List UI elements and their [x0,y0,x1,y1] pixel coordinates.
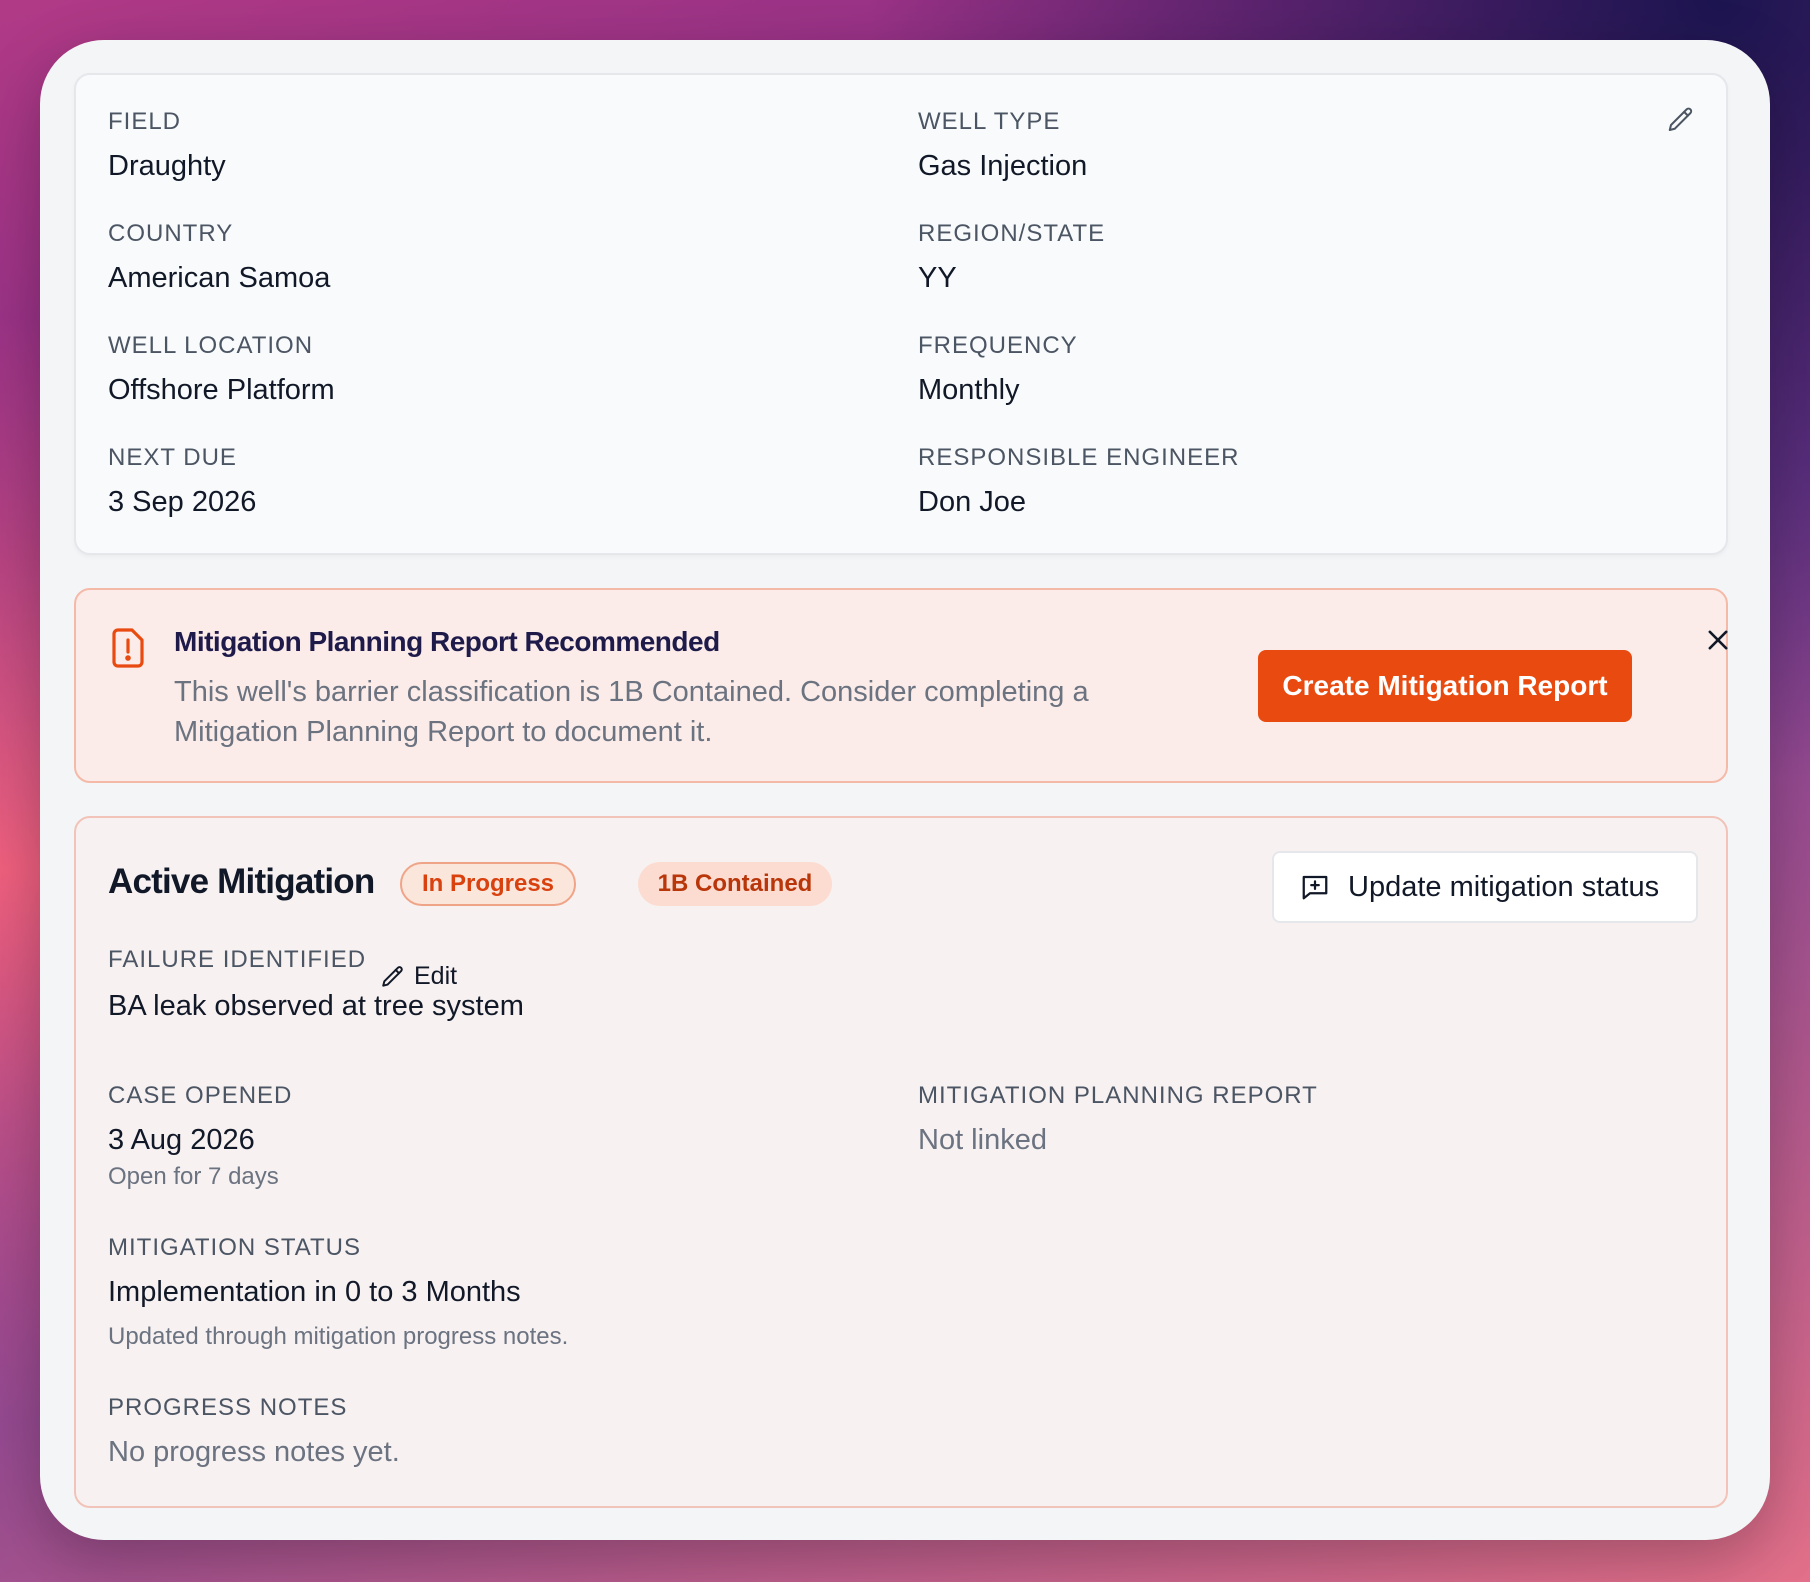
mitigation-status-label: MITIGATION STATUS [108,1234,361,1261]
case-opened-detail: CASE OPENED 3 Aug 2026 Open for 7 days [108,1082,292,1191]
progress-notes-label: PROGRESS NOTES [108,1394,348,1421]
engineer-label: RESPONSIBLE ENGINEER [918,444,1240,471]
alert-title: Mitigation Planning Report Recommended [174,626,720,657]
region-value: YY [918,262,957,294]
country-label: COUNTRY [108,220,234,247]
country-value: American Samoa [108,262,331,294]
alert-body: This well's barrier classification is 1B… [174,676,1089,748]
field-value: Draughty [108,150,226,182]
mitigation-title: Active Mitigation [108,862,375,901]
progress-notes-detail: PROGRESS NOTES No progress notes yet. [108,1394,400,1469]
next-due-label: NEXT DUE [108,444,237,471]
alert-file-icon [112,628,144,668]
progress-notes-value: No progress notes yet. [108,1436,400,1468]
region-detail: REGION/STATE YY [918,220,1105,295]
edit-failure-label: Edit [414,962,458,990]
failure-value: BA leak observed at tree system [108,990,524,1022]
edit-failure-button[interactable]: Edit [380,962,457,991]
mpr-detail: MITIGATION PLANNING REPORT Not linked [918,1082,1318,1157]
region-label: REGION/STATE [918,220,1106,247]
well-details-card: FIELD Draughty WELL TYPE Gas Injection C… [74,73,1728,555]
failure-detail: FAILURE IDENTIFIED [108,946,366,974]
frequency-value: Monthly [918,374,1020,406]
mitigation-status-detail: MITIGATION STATUS Implementation in 0 to… [108,1234,568,1351]
engineer-value: Don Joe [918,486,1027,518]
well-type-label: WELL TYPE [918,108,1061,135]
close-icon[interactable] [1704,626,1732,654]
create-mitigation-report-button[interactable]: Create Mitigation Report [1258,650,1632,722]
active-mitigation-card: Active Mitigation In Progress 1B Contain… [74,816,1728,1508]
engineer-detail: RESPONSIBLE ENGINEER Don Joe [918,444,1239,519]
location-detail: WELL LOCATION Offshore Platform [108,332,335,407]
location-label: WELL LOCATION [108,332,314,359]
message-plus-icon [1302,875,1328,900]
failure-label: FAILURE IDENTIFIED [108,946,367,973]
app-window: FIELD Draughty WELL TYPE Gas Injection C… [40,40,1770,1540]
country-detail: COUNTRY American Samoa [108,220,330,295]
frequency-label: FREQUENCY [918,332,1078,359]
update-mitigation-status-label: Update mitigation status [1348,870,1660,903]
case-opened-value: 3 Aug 2026 [108,1124,255,1156]
well-type-detail: WELL TYPE Gas Injection [918,108,1087,183]
status-badge: In Progress [400,862,576,906]
pencil-icon [382,965,403,987]
field-label: FIELD [108,108,182,135]
mpr-label: MITIGATION PLANNING REPORT [918,1082,1318,1109]
mitigation-status-value: Implementation in 0 to 3 Months [108,1276,521,1308]
frequency-detail: FREQUENCY Monthly [918,332,1078,407]
update-mitigation-status-button[interactable]: Update mitigation status [1272,851,1698,923]
next-due-value: 3 Sep 2026 [108,486,257,518]
field-detail: FIELD Draughty [108,108,226,183]
case-opened-duration: Open for 7 days [108,1163,279,1190]
location-value: Offshore Platform [108,374,335,406]
pencil-icon[interactable] [1666,105,1696,135]
mitigation-report-alert: Mitigation Planning Report Recommended T… [74,588,1728,783]
well-type-value: Gas Injection [918,150,1088,182]
mpr-value: Not linked [918,1124,1047,1156]
case-opened-label: CASE OPENED [108,1082,293,1109]
next-due-detail: NEXT DUE 3 Sep 2026 [108,444,256,519]
mitigation-status-note: Updated through mitigation progress note… [108,1323,569,1350]
classification-badge: 1B Contained [638,862,832,906]
